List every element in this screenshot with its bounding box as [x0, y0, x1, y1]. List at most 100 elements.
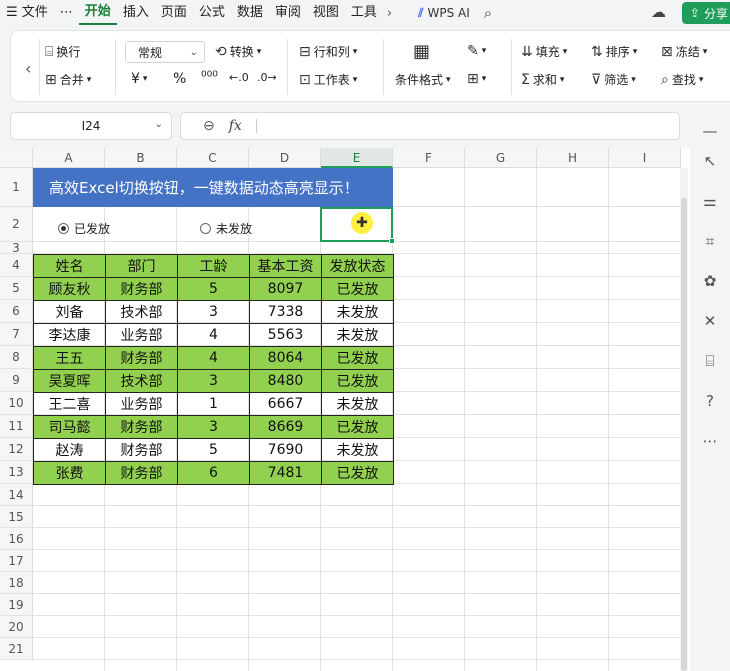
fill-handle[interactable]: [389, 238, 395, 244]
select-all-corner[interactable]: [0, 148, 33, 168]
sort-button[interactable]: ⇅ 排序 ▾: [591, 43, 637, 60]
table-cell-years[interactable]: 3: [177, 300, 250, 324]
table-cell-salary[interactable]: 8669: [249, 415, 322, 439]
chevron-right-icon[interactable]: ›: [383, 6, 396, 21]
table-header-cell[interactable]: 基本工资: [249, 254, 322, 278]
row-header-13[interactable]: 13: [0, 461, 33, 484]
search-icon[interactable]: ⌕: [484, 4, 492, 22]
table-cell-salary[interactable]: 5563: [249, 323, 322, 347]
column-header-d[interactable]: D: [249, 148, 321, 168]
table-cell-dept[interactable]: 业务部: [105, 392, 178, 416]
table-cell-status[interactable]: 未发放: [321, 300, 394, 324]
find-button[interactable]: ⌕ 查找 ▾: [661, 71, 703, 88]
table-header-cell[interactable]: 发放状态: [321, 254, 394, 278]
convert-button[interactable]: ⟲ 转换 ▾: [215, 43, 261, 60]
table-cell-years[interactable]: 6: [177, 461, 250, 485]
table-cell-years[interactable]: 1: [177, 392, 250, 416]
table-cell-years[interactable]: 4: [177, 323, 250, 347]
select-cursor-icon[interactable]: ↖: [700, 152, 720, 170]
column-header-g[interactable]: G: [465, 148, 537, 168]
table-cell-status[interactable]: 已发放: [321, 369, 394, 393]
table-cell-name[interactable]: 刘备: [33, 300, 106, 324]
ribbon-collapse-icon[interactable]: ‹: [25, 59, 31, 78]
row-header-16[interactable]: 16: [0, 528, 33, 550]
cell-style-button[interactable]: ✎ ▾: [467, 43, 486, 59]
table-cell-salary[interactable]: 6667: [249, 392, 322, 416]
filter-button[interactable]: ⊽ 筛选 ▾: [591, 71, 636, 88]
table-cell-name[interactable]: 吴夏晖: [33, 369, 106, 393]
table-cell-salary[interactable]: 8097: [249, 277, 322, 301]
table-cell-years[interactable]: 5: [177, 438, 250, 462]
zoom-icon[interactable]: ⊖: [203, 118, 215, 134]
row-header-9[interactable]: 9: [0, 369, 33, 392]
row-header-7[interactable]: 7: [0, 323, 33, 346]
tab-data[interactable]: 数据: [231, 0, 269, 26]
table-header-cell[interactable]: 部门: [105, 254, 178, 278]
column-header-h[interactable]: H: [537, 148, 609, 168]
row-header-14[interactable]: 14: [0, 484, 33, 506]
table-cell-name[interactable]: 张费: [33, 461, 106, 485]
table-cell-dept[interactable]: 财务部: [105, 461, 178, 485]
number-format-select[interactable]: 常规 ⌄: [125, 41, 205, 63]
share-button[interactable]: ⇪ 分享: [681, 2, 730, 24]
table-cell-dept[interactable]: 业务部: [105, 323, 178, 347]
column-header-b[interactable]: B: [105, 148, 177, 168]
table-cell-name[interactable]: 司马懿: [33, 415, 106, 439]
crop-icon[interactable]: ⌗: [700, 232, 720, 250]
fx-icon[interactable]: fx: [229, 118, 242, 134]
row-header-12[interactable]: 12: [0, 438, 33, 461]
table-header-cell[interactable]: 工龄: [177, 254, 250, 278]
tab-view[interactable]: 视图: [307, 0, 345, 26]
increase-decimal-icon[interactable]: ←.0: [229, 71, 249, 84]
more-icon[interactable]: ⋯: [700, 432, 720, 450]
row-header-6[interactable]: 6: [0, 300, 33, 323]
row-header-8[interactable]: 8: [0, 346, 33, 369]
row-header-10[interactable]: 10: [0, 392, 33, 415]
table-cell-dept[interactable]: 财务部: [105, 346, 178, 370]
cond-format-button[interactable]: 条件格式 ▾: [395, 71, 451, 88]
table-cell-status[interactable]: 已发放: [321, 461, 394, 485]
fill-button[interactable]: ⇊ 填充 ▾: [521, 43, 567, 60]
spreadsheet-grid[interactable]: ABCDEFGHI 1 2 3 4 5 6 7 8 9 10 11 12 13 14 15 16 17 18 19 2…: [0, 148, 690, 671]
settings-sliders-icon[interactable]: ⚌: [700, 192, 720, 210]
column-header-c[interactable]: C: [177, 148, 249, 168]
table-cell-name[interactable]: 赵涛: [33, 438, 106, 462]
wps-ai-button[interactable]: ⫽ WPS AI: [418, 6, 470, 21]
merge-button[interactable]: ⊞ 合并 ▾: [45, 71, 91, 88]
help-icon[interactable]: ?: [700, 392, 720, 410]
table-cell-status[interactable]: 未发放: [321, 438, 394, 462]
table-cell-years[interactable]: 4: [177, 346, 250, 370]
table-cell-status[interactable]: 已发放: [321, 277, 394, 301]
row-header-11[interactable]: 11: [0, 415, 33, 438]
worksheet-button[interactable]: ⊡ 工作表 ▾: [299, 71, 357, 88]
table-cell-salary[interactable]: 7481: [249, 461, 322, 485]
radio-unpaid[interactable]: 未发放: [200, 220, 252, 237]
row-header-21[interactable]: 21: [0, 638, 33, 660]
tab-formula[interactable]: 公式: [193, 0, 231, 26]
table-cell-status[interactable]: 未发放: [321, 392, 394, 416]
cloud-upload-icon[interactable]: ☁: [651, 3, 666, 21]
name-box[interactable]: I24 ⌄: [10, 112, 172, 140]
table-cell-salary[interactable]: 8480: [249, 369, 322, 393]
table-cell-years[interactable]: 3: [177, 415, 250, 439]
row-header-1[interactable]: 1: [0, 168, 33, 207]
table-cell-dept[interactable]: 财务部: [105, 438, 178, 462]
tab-review[interactable]: 审阅: [269, 0, 307, 26]
menu-file[interactable]: ☰ 文件: [0, 0, 54, 26]
decrease-decimal-icon[interactable]: .0→: [257, 71, 277, 84]
sum-button[interactable]: Σ 求和 ▾: [521, 71, 564, 88]
column-header-i[interactable]: I: [609, 148, 681, 168]
row-header-15[interactable]: 15: [0, 506, 33, 528]
table-cell-years[interactable]: 3: [177, 369, 250, 393]
currency-button[interactable]: ¥ ▾: [131, 71, 147, 87]
column-header-a[interactable]: A: [33, 148, 105, 168]
tab-home[interactable]: 开始: [78, 1, 117, 25]
collapse-icon[interactable]: —: [700, 122, 720, 140]
table-header-cell[interactable]: 姓名: [33, 254, 106, 278]
rows-cols-button[interactable]: ⊟ 行和列 ▾: [299, 43, 357, 60]
row-header-4[interactable]: 4: [0, 254, 33, 277]
table-cell-years[interactable]: 5: [177, 277, 250, 301]
row-header-19[interactable]: 19: [0, 594, 33, 616]
tab-page[interactable]: 页面: [155, 0, 193, 26]
percent-button[interactable]: %: [173, 71, 186, 87]
